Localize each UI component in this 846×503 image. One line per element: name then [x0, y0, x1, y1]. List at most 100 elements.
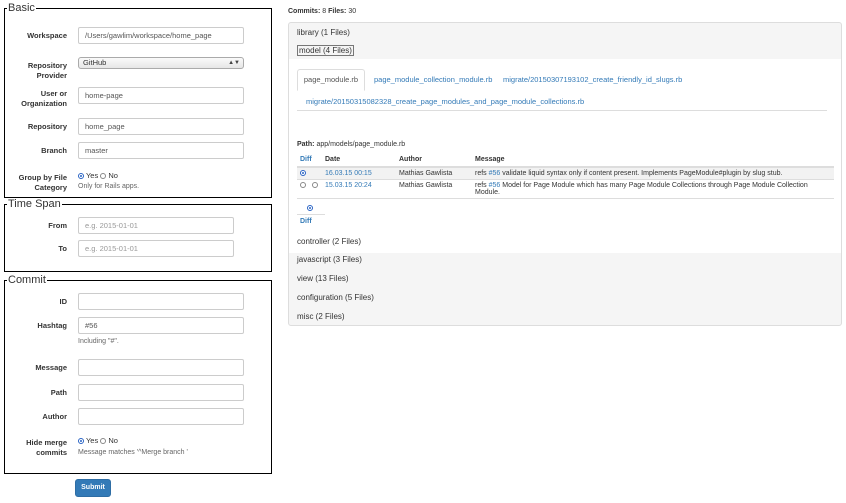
- col-message: Message: [475, 153, 834, 168]
- files-label: Files:: [328, 8, 347, 15]
- hide-merge-label-line2: commits: [36, 448, 67, 457]
- accordion-model[interactable]: model (4 Files): [297, 45, 354, 56]
- user-input[interactable]: home-page: [78, 87, 244, 104]
- workspace-input[interactable]: /Users/gawlim/workspace/home_page: [78, 27, 244, 44]
- diff-button[interactable]: Diff: [297, 214, 325, 227]
- tab-create-page-modules[interactable]: migrate/20150315082328_create_page_modul…: [306, 97, 584, 106]
- commit-date: 15.03.15 20:24: [325, 179, 399, 199]
- group-label: Group by File Category: [5, 173, 67, 193]
- author-input[interactable]: [78, 408, 244, 425]
- table-row: [297, 198, 834, 215]
- hashtag-input[interactable]: #56: [78, 317, 244, 334]
- table-row: 15.03.15 20:24 Mathias Gawlista refs #56…: [297, 179, 834, 199]
- group-yes-label: Yes: [85, 171, 99, 180]
- id-label: ID: [59, 297, 68, 306]
- timespan-fieldset: Time Span From e.g. 2015-01-01 To e.g. 2…: [4, 198, 272, 272]
- diff-to-radio[interactable]: [307, 205, 313, 212]
- issue-ref-link[interactable]: #56: [489, 170, 501, 177]
- user-label-line1: User or: [40, 89, 67, 98]
- provider-select[interactable]: GitHub ▲▼: [78, 57, 244, 69]
- from-input[interactable]: e.g. 2015-01-01: [78, 217, 234, 234]
- issue-ref-link[interactable]: #56: [489, 182, 501, 189]
- path-value: app/models/page_module.rb: [316, 141, 406, 148]
- group-no-label: No: [108, 171, 118, 180]
- to-input[interactable]: e.g. 2015-01-01: [78, 240, 234, 257]
- diff-from-radio[interactable]: [300, 182, 306, 189]
- group-label-line1: Group by File: [18, 173, 67, 182]
- message-input[interactable]: [78, 359, 244, 376]
- diff-button-row: Diff: [297, 214, 834, 227]
- diff-radio-cell: [297, 179, 325, 199]
- repository-input[interactable]: home_page: [78, 118, 244, 135]
- diff-from-radio[interactable]: [300, 170, 306, 177]
- basic-legend: Basic: [8, 2, 35, 14]
- from-label: From: [48, 221, 67, 230]
- to-label: To: [58, 244, 67, 253]
- commits-label: Commits:: [288, 8, 321, 15]
- hide-merge-label-line1: Hide merge: [26, 438, 67, 447]
- hashtag-help: Including "#".: [78, 338, 119, 345]
- file-path: Path: app/models/page_module.rb: [297, 141, 405, 148]
- msg-prefix: refs: [475, 170, 489, 177]
- provider-label-line2: Provider: [36, 71, 67, 80]
- commit-date: 16.03.15 00:15: [325, 166, 399, 180]
- path-label-text: Path:: [297, 141, 315, 148]
- accordion-controller[interactable]: controller (2 Files): [297, 237, 361, 246]
- col-diff[interactable]: Diff: [297, 153, 325, 168]
- commit-message: refs #56 Model for Page Module which has…: [475, 179, 834, 199]
- diff-to-radio[interactable]: [311, 182, 318, 189]
- tab-create-friendly-id-slugs[interactable]: migrate/20150307193102_create_friendly_i…: [503, 75, 682, 84]
- repository-label: Repository: [27, 122, 67, 131]
- path-label: Path: [50, 388, 67, 397]
- commit-date-link[interactable]: 16.03.15 00:15: [325, 170, 372, 177]
- basic-fieldset: Basic Workspace /Users/gawlim/workspace/…: [4, 2, 272, 198]
- diff-radio-cell: [297, 166, 325, 180]
- hide-merge-yes-label: Yes: [85, 436, 99, 445]
- group-no-radio[interactable]: [100, 173, 107, 180]
- submit-button[interactable]: Submit: [75, 479, 111, 497]
- col-date: Date: [325, 153, 399, 168]
- provider-label: Repository Provider: [5, 61, 67, 81]
- group-label-line2: Category: [34, 183, 67, 192]
- tab-page-module[interactable]: page_module.rb: [297, 69, 365, 91]
- branch-input[interactable]: master: [78, 142, 244, 159]
- group-yes-radio[interactable]: [78, 173, 84, 180]
- commit-author: Mathias Gawlista: [399, 179, 475, 199]
- col-author: Author: [399, 153, 475, 168]
- hide-merge-help: Message matches '^Merge branch ': [78, 449, 188, 456]
- commit-summary: Commits: 8 Files: 30: [288, 8, 356, 15]
- provider-label-line1: Repository: [27, 61, 67, 70]
- workspace-label: Workspace: [27, 31, 67, 40]
- accordion-configuration[interactable]: configuration (5 Files): [297, 293, 374, 302]
- id-input[interactable]: [78, 293, 244, 310]
- commit-table: Diff Date Author Message 16.03.15 00:15 …: [297, 153, 834, 227]
- hide-merge-yes-radio[interactable]: [78, 438, 84, 445]
- hide-merge-radio-group: Yes No: [78, 436, 118, 445]
- timespan-legend: Time Span: [8, 198, 61, 210]
- provider-select-value: GitHub: [83, 58, 107, 67]
- table-row: 16.03.15 00:15 Mathias Gawlista refs #56…: [297, 166, 834, 180]
- commit-legend: Commit: [8, 274, 46, 286]
- group-radio-group: Yes No: [78, 171, 118, 180]
- file-category-accordion: library (1 Files) model (4 Files) page_m…: [288, 22, 842, 326]
- tab-page-module-collection-module[interactable]: page_module_collection_module.rb: [374, 75, 492, 84]
- select-arrows-icon: ▲▼: [228, 60, 240, 66]
- commits-count: 8: [322, 8, 327, 15]
- author-label: Author: [42, 412, 67, 421]
- hide-merge-label: Hide merge commits: [5, 438, 67, 458]
- user-label: User or Organization: [5, 89, 67, 109]
- diff-radio-cell: [297, 198, 325, 215]
- commit-date-link[interactable]: 15.03.15 20:24: [325, 182, 372, 189]
- msg-text: Model for Page Module which has many Pag…: [475, 182, 808, 196]
- table-header-row: Diff Date Author Message: [297, 153, 834, 168]
- path-input[interactable]: [78, 384, 244, 401]
- hide-merge-no-radio[interactable]: [100, 438, 107, 445]
- accordion-javascript[interactable]: javascript (3 Files): [297, 255, 362, 264]
- file-tabs: page_module.rb page_module_collection_mo…: [297, 69, 827, 111]
- hide-merge-no-label: No: [108, 436, 118, 445]
- accordion-misc[interactable]: misc (2 Files): [297, 312, 345, 321]
- user-label-line2: Organization: [21, 99, 67, 108]
- accordion-library[interactable]: library (1 Files): [297, 28, 350, 37]
- branch-label: Branch: [41, 146, 67, 155]
- accordion-view[interactable]: view (13 Files): [297, 274, 349, 283]
